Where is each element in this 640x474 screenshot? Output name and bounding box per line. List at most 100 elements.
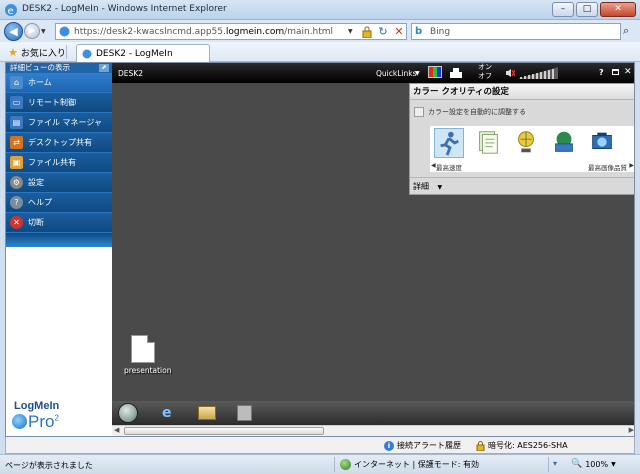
remote-toolbar: DESK2 QuickLinks ▼ オン オフ ? ✕ — [112, 63, 634, 83]
file-manager-icon: ▤ — [10, 116, 23, 129]
runner-icon — [440, 131, 459, 156]
color-quality-icon[interactable] — [428, 66, 442, 78]
scroll-left-icon[interactable]: ◀ — [431, 162, 436, 169]
search-input[interactable]: b Bing — [411, 23, 621, 40]
explorer-taskbar-icon[interactable] — [198, 406, 216, 420]
search-icon[interactable]: ⌕ — [623, 24, 637, 38]
documents-icon — [479, 131, 498, 154]
search-placeholder: Bing — [430, 27, 451, 37]
scroll-left-arrow-icon[interactable]: ◀ — [114, 426, 119, 434]
svg-text:e: e — [8, 6, 14, 17]
globe-stand-icon — [518, 131, 534, 153]
zoom-control[interactable]: 🔍 100% ▼ — [571, 459, 616, 469]
back-button[interactable]: ◀ — [4, 22, 23, 41]
info-icon: i — [384, 440, 394, 451]
remote-desktop-view[interactable]: DESK2 QuickLinks ▼ オン オフ ? ✕ カラー クオリティの設… — [112, 63, 634, 436]
document-icon — [131, 335, 155, 363]
close-remote-icon[interactable]: ✕ — [624, 67, 632, 77]
forward-button[interactable]: ▶ — [24, 23, 40, 39]
color-quality-title: カラー クオリティの設定 — [410, 84, 634, 100]
favorites-bar: ★ お気に入り DESK2 - LogMeIn — [0, 42, 640, 62]
sidebar-item-label: 切断 — [28, 218, 44, 227]
encryption-info: 暗号化: AES256-SHA — [476, 440, 568, 451]
volume-slider[interactable] — [518, 67, 558, 79]
address-dropdown[interactable]: ▼ — [348, 28, 353, 35]
quality-option-best[interactable] — [588, 128, 618, 158]
media-player-taskbar-icon[interactable] — [237, 405, 252, 421]
quicklinks-dropdown-icon[interactable]: ▼ — [415, 70, 420, 77]
minimize-button[interactable]: – — [552, 2, 574, 17]
sidebar-item-disconnect[interactable]: ✕ 切断 — [6, 213, 112, 233]
sidebar-item-label: リモート制御 — [28, 98, 76, 107]
status-divider — [334, 457, 335, 472]
fastest-label: 最高速度 — [436, 164, 462, 172]
quicklinks-button[interactable]: QuickLinks — [376, 69, 416, 78]
quality-option-2[interactable] — [474, 128, 504, 158]
desktop-icon-presentation[interactable]: presentation — [124, 335, 172, 375]
status-message: ページが表示されました — [5, 461, 93, 470]
horizontal-scrollbar[interactable]: ◀ ▶ — [112, 425, 634, 436]
favorites-button[interactable]: ★ お気に入り — [8, 45, 66, 59]
lock-icon[interactable] — [362, 26, 372, 38]
window-title-bar: e DESK2 - LogMeIn - Windows Internet Exp… — [0, 0, 640, 20]
tab-desk2[interactable]: DESK2 - LogMeIn — [76, 44, 210, 62]
desktop-icon-label: presentation — [124, 366, 172, 375]
auto-color-option[interactable]: カラー設定を自動的に調整する — [414, 107, 526, 117]
window-title: DESK2 - LogMeIn - Windows Internet Explo… — [22, 4, 227, 14]
sidebar-item-label: ヘルプ — [28, 198, 52, 207]
sidebar-item-remote-control[interactable]: ▭ リモート制御 — [6, 93, 112, 113]
speaker-icon[interactable] — [505, 68, 515, 78]
auto-color-label: カラー設定を自動的に調整する — [428, 108, 526, 116]
scroll-right-arrow-icon[interactable]: ▶ — [629, 426, 634, 434]
refresh-icon[interactable]: ↻ — [376, 25, 390, 39]
maximize-button[interactable]: □ — [576, 2, 598, 17]
sidebar-item-file-manager[interactable]: ▤ ファイル マネージャ — [6, 113, 112, 133]
help-icon[interactable]: ? — [599, 68, 604, 77]
landscape-image-icon — [555, 131, 573, 152]
detail-view-toggle[interactable]: 詳細ビューの表示 ⬈ — [6, 63, 112, 73]
url-text[interactable]: https://desk2-kwacslncmd.app55.logmein.c… — [74, 27, 333, 37]
recent-pages-dropdown[interactable]: ▼ — [41, 28, 46, 35]
stop-icon[interactable]: ✕ — [393, 25, 405, 39]
quality-option-3[interactable] — [512, 128, 542, 158]
scrollbar-thumb[interactable] — [124, 427, 324, 435]
zoom-dropdown-icon: ▼ — [611, 460, 616, 468]
remote-taskbar: e — [112, 401, 634, 425]
protected-mode-control[interactable]: ▾ — [553, 459, 557, 468]
ie-taskbar-icon[interactable]: e — [162, 405, 178, 421]
logo-pro-sup: 2 — [54, 413, 59, 423]
shield-icon: ▾ — [553, 459, 558, 468]
status-divider — [548, 457, 549, 472]
detail-view-label: 詳細ビューの表示 — [10, 63, 70, 72]
tab-page-icon — [82, 49, 92, 58]
desktop-share-icon: ⇄ — [10, 136, 23, 149]
scroll-right-icon[interactable]: ▶ — [629, 162, 634, 169]
quality-option-fastest[interactable] — [434, 128, 464, 158]
address-bar[interactable]: https://desk2-kwacslncmd.app55.logmein.c… — [55, 23, 407, 40]
expand-icon[interactable]: ⬈ — [99, 64, 109, 72]
page-icon — [59, 26, 70, 37]
quality-option-4[interactable] — [550, 128, 580, 158]
onoff-toggle[interactable]: オン オフ — [478, 63, 492, 81]
detail-expander[interactable]: 詳細 ▼ — [410, 177, 634, 195]
sidebar-item-home[interactable]: ⌂ ホーム — [6, 73, 112, 93]
remote-control-icon: ▭ — [10, 96, 23, 109]
close-window-button[interactable]: ✕ — [600, 2, 636, 17]
sidebar-item-file-share[interactable]: ▣ ファイル共有 — [6, 153, 112, 173]
logo-text: LogMeIn — [14, 400, 60, 412]
file-share-icon: ▣ — [10, 156, 23, 169]
quality-slider[interactable] — [430, 126, 634, 160]
detail-label: 詳細 — [413, 182, 429, 191]
screen-size-icon[interactable] — [449, 66, 463, 79]
sidebar-menu: ⌂ ホーム ▭ リモート制御 ▤ ファイル マネージャ ⇄ デスクトップ共有 ▣… — [6, 73, 112, 233]
lmi-sidebar: 詳細ビューの表示 ⬈ ⌂ ホーム ▭ リモート制御 ▤ ファイル マネージャ ⇄… — [6, 63, 112, 436]
sidebar-item-settings[interactable]: ⚙ 設定 — [6, 173, 112, 193]
maximize-remote-icon[interactable] — [612, 69, 619, 75]
security-zone[interactable]: インターネット | 保護モード: 有効 — [340, 459, 479, 470]
sidebar-item-desktop-share[interactable]: ⇄ デスクトップ共有 — [6, 133, 112, 153]
start-button-icon[interactable] — [118, 403, 138, 423]
sidebar-item-help[interactable]: ? ヘルプ — [6, 193, 112, 213]
connection-alert-history[interactable]: i 接続アラート履歴 — [384, 440, 461, 451]
detail-dropdown-icon: ▼ — [437, 184, 443, 191]
auto-color-checkbox[interactable] — [414, 107, 424, 117]
